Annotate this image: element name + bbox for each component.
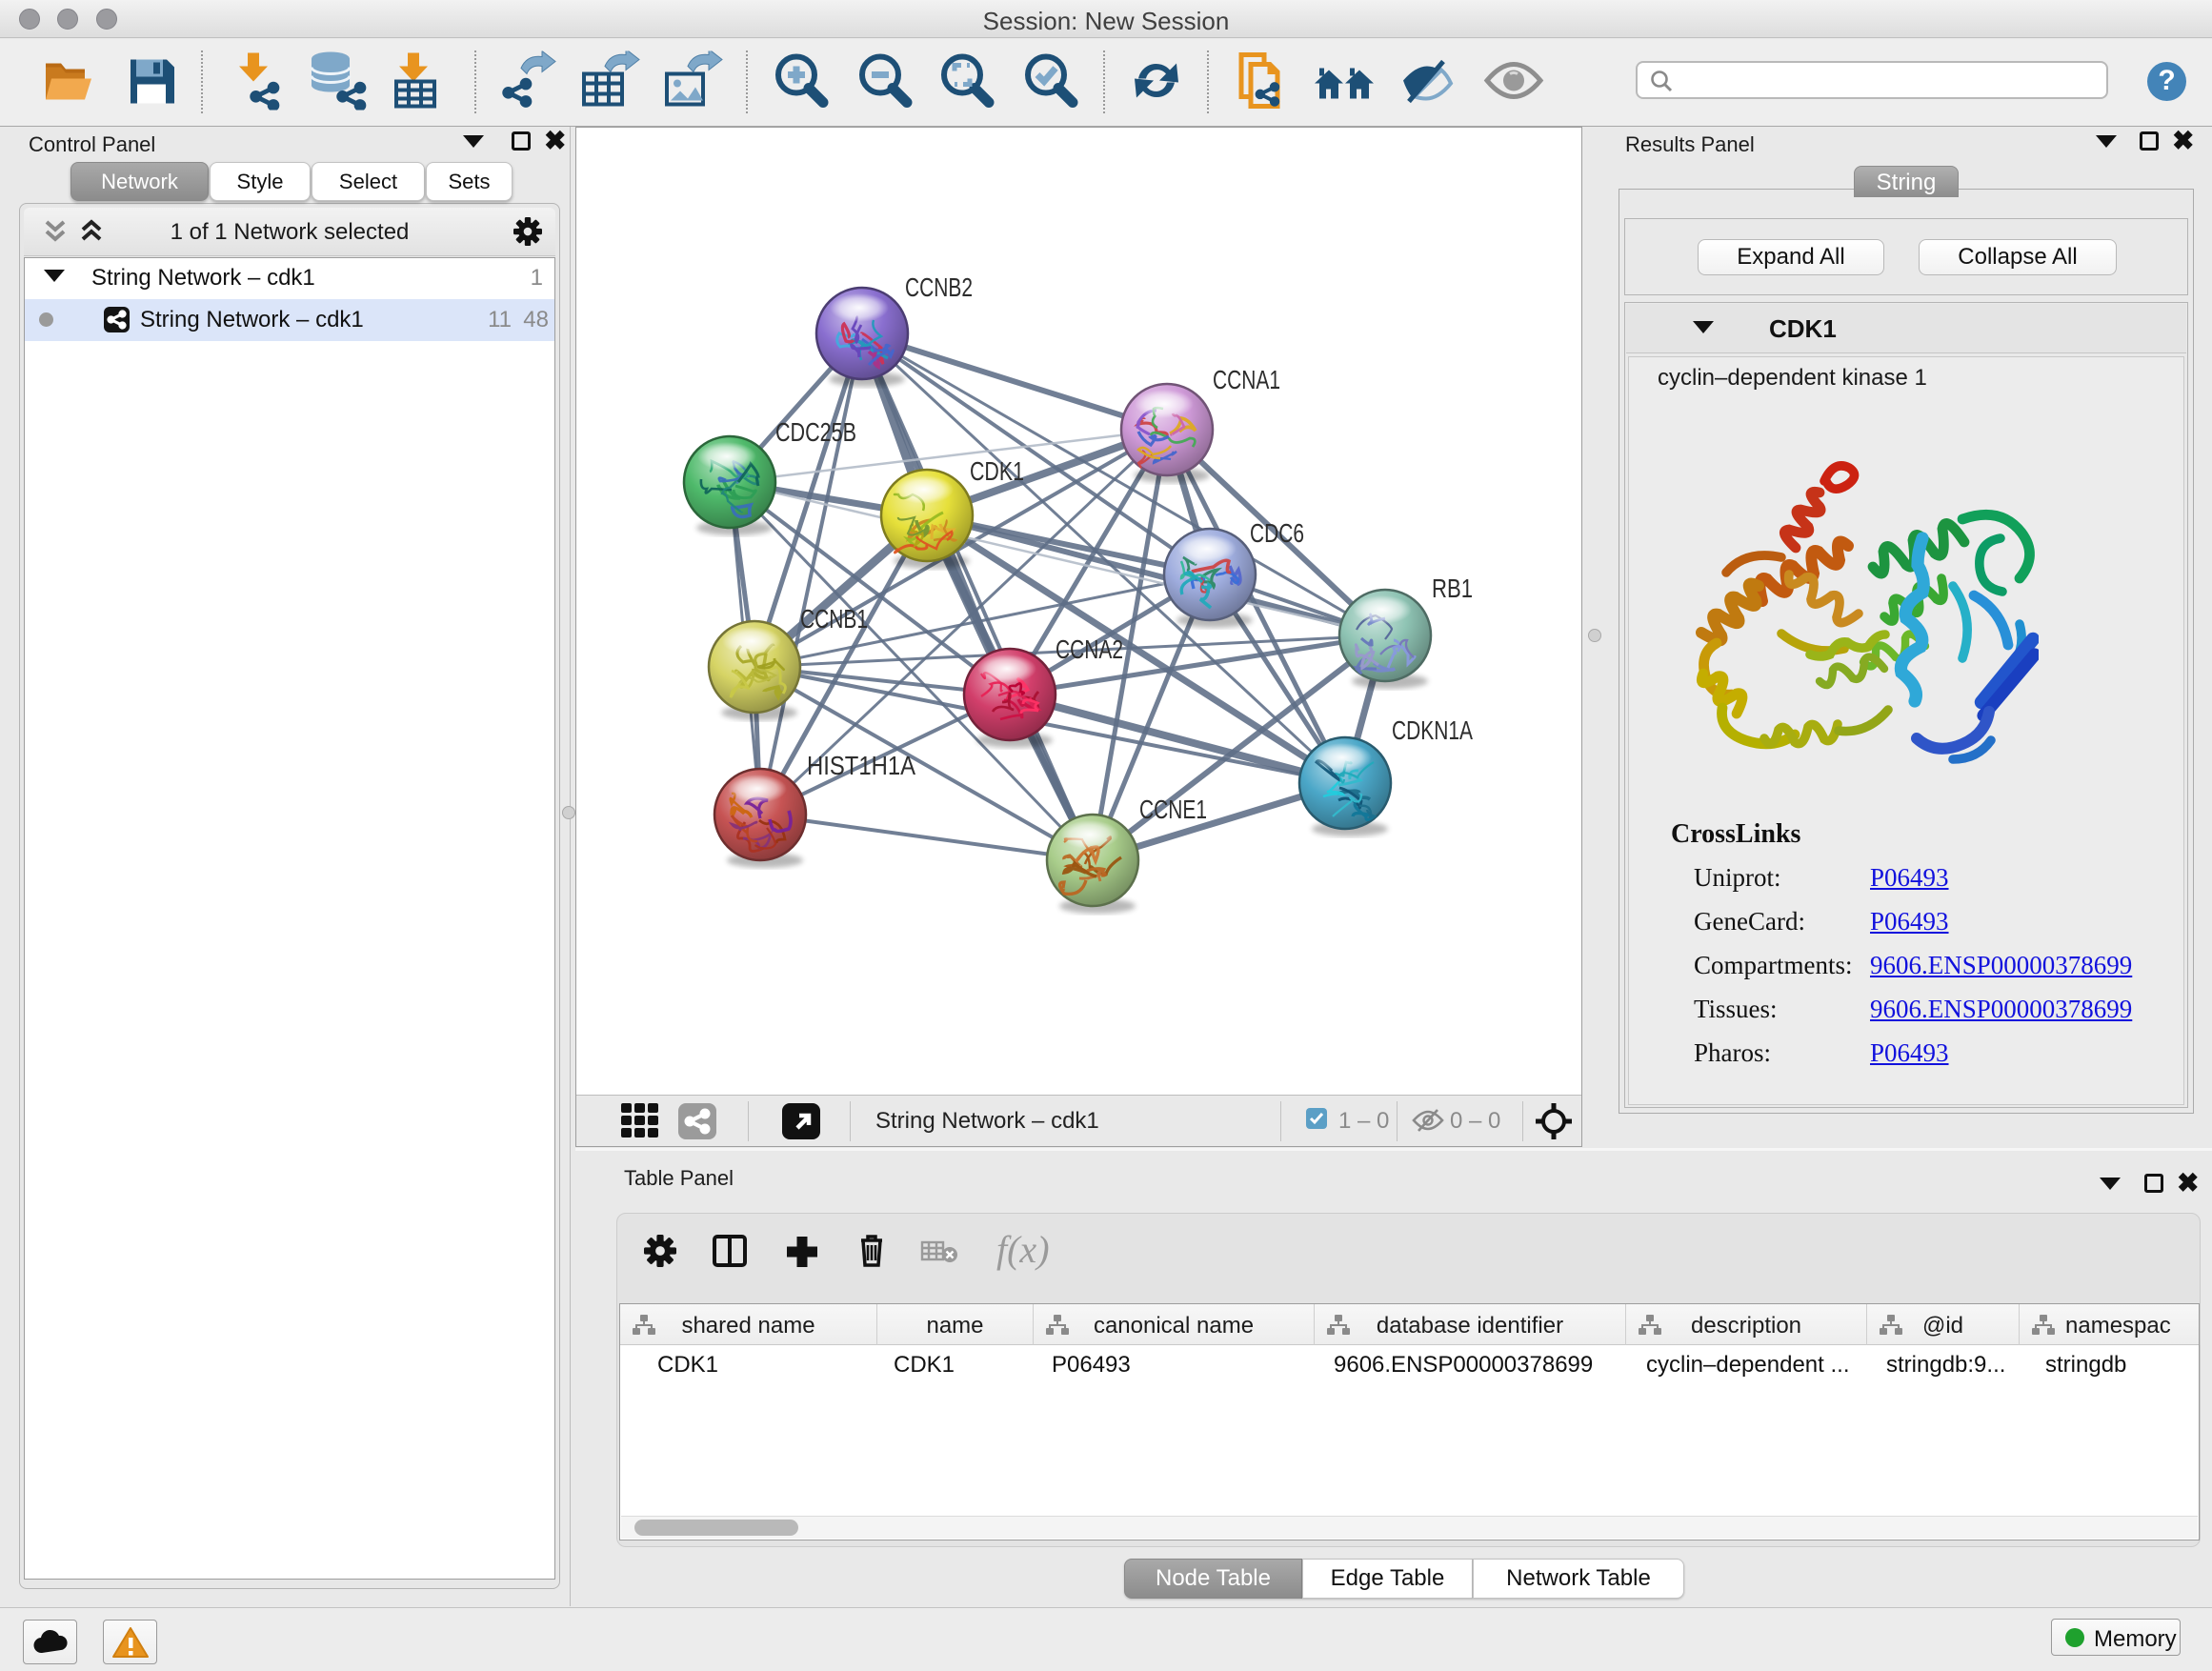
svg-text:HIST1H1A: HIST1H1A — [807, 751, 915, 780]
svg-text:CCNB1: CCNB1 — [800, 604, 868, 634]
svg-text:CCNA1: CCNA1 — [1213, 365, 1280, 394]
svg-text:CDKN1A: CDKN1A — [1392, 715, 1473, 745]
svg-text:CCNB2: CCNB2 — [905, 272, 973, 302]
svg-text:CDC6: CDC6 — [1250, 518, 1304, 548]
svg-text:CCNE1: CCNE1 — [1139, 795, 1207, 824]
svg-text:CDC25B: CDC25B — [775, 417, 856, 447]
svg-text:RB1: RB1 — [1432, 574, 1473, 603]
svg-text:CCNA2: CCNA2 — [1056, 634, 1123, 664]
svg-text:CDK1: CDK1 — [970, 456, 1024, 486]
